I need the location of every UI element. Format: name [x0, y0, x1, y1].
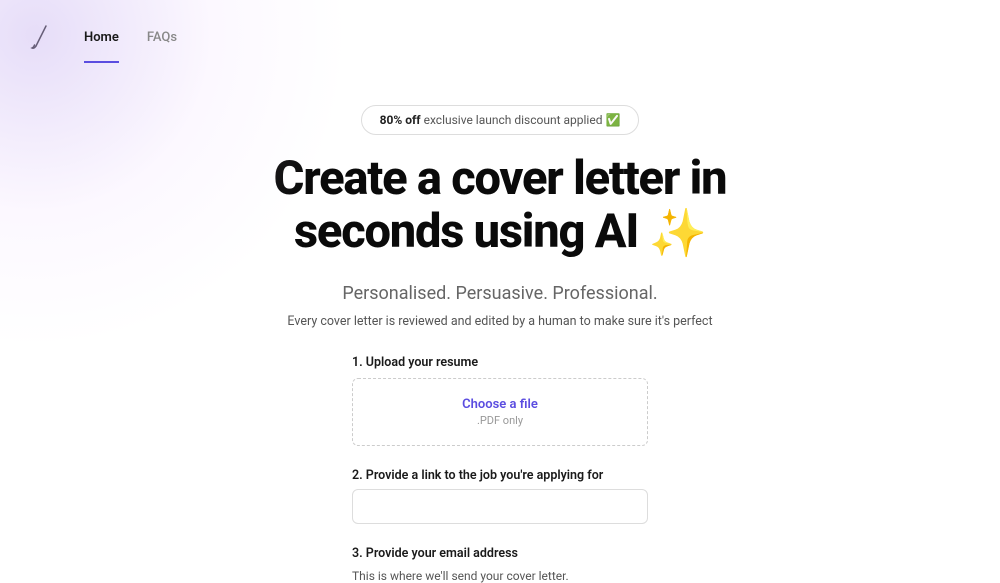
hero-title: Create a cover letter in seconds using A… [274, 153, 727, 261]
hero-line1: Create a cover letter in [274, 151, 727, 206]
promo-text: exclusive launch discount applied ✅ [421, 113, 621, 127]
hero-description: Every cover letter is reviewed and edite… [287, 314, 712, 329]
promo-bold: 80% off [380, 113, 421, 127]
form: 1. Upload your resume Choose a file .PDF… [352, 355, 648, 583]
promo-pill: 80% off exclusive launch discount applie… [361, 105, 640, 135]
sparkle-icon: ✨ [649, 208, 706, 261]
hero-line2: seconds using AI [294, 204, 649, 259]
step3-label: 3. Provide your email address [352, 546, 648, 561]
pen-logo-icon [28, 24, 52, 52]
nav: Home FAQs [84, 18, 177, 57]
nav-home[interactable]: Home [84, 18, 119, 57]
nav-faqs[interactable]: FAQs [147, 18, 177, 57]
upload-hint: .PDF only [353, 414, 647, 427]
header: Home FAQs [0, 0, 1000, 75]
job-link-input[interactable] [352, 489, 648, 524]
step1-label: 1. Upload your resume [352, 355, 648, 370]
hero-subtitle: Personalised. Persuasive. Professional. [342, 283, 657, 304]
choose-file-button[interactable]: Choose a file [353, 397, 647, 412]
step2-label: 2. Provide a link to the job you're appl… [352, 468, 648, 483]
step3-helper: This is where we'll send your cover lett… [352, 569, 648, 583]
upload-box[interactable]: Choose a file .PDF only [352, 378, 648, 446]
main: 80% off exclusive launch discount applie… [0, 75, 1000, 583]
